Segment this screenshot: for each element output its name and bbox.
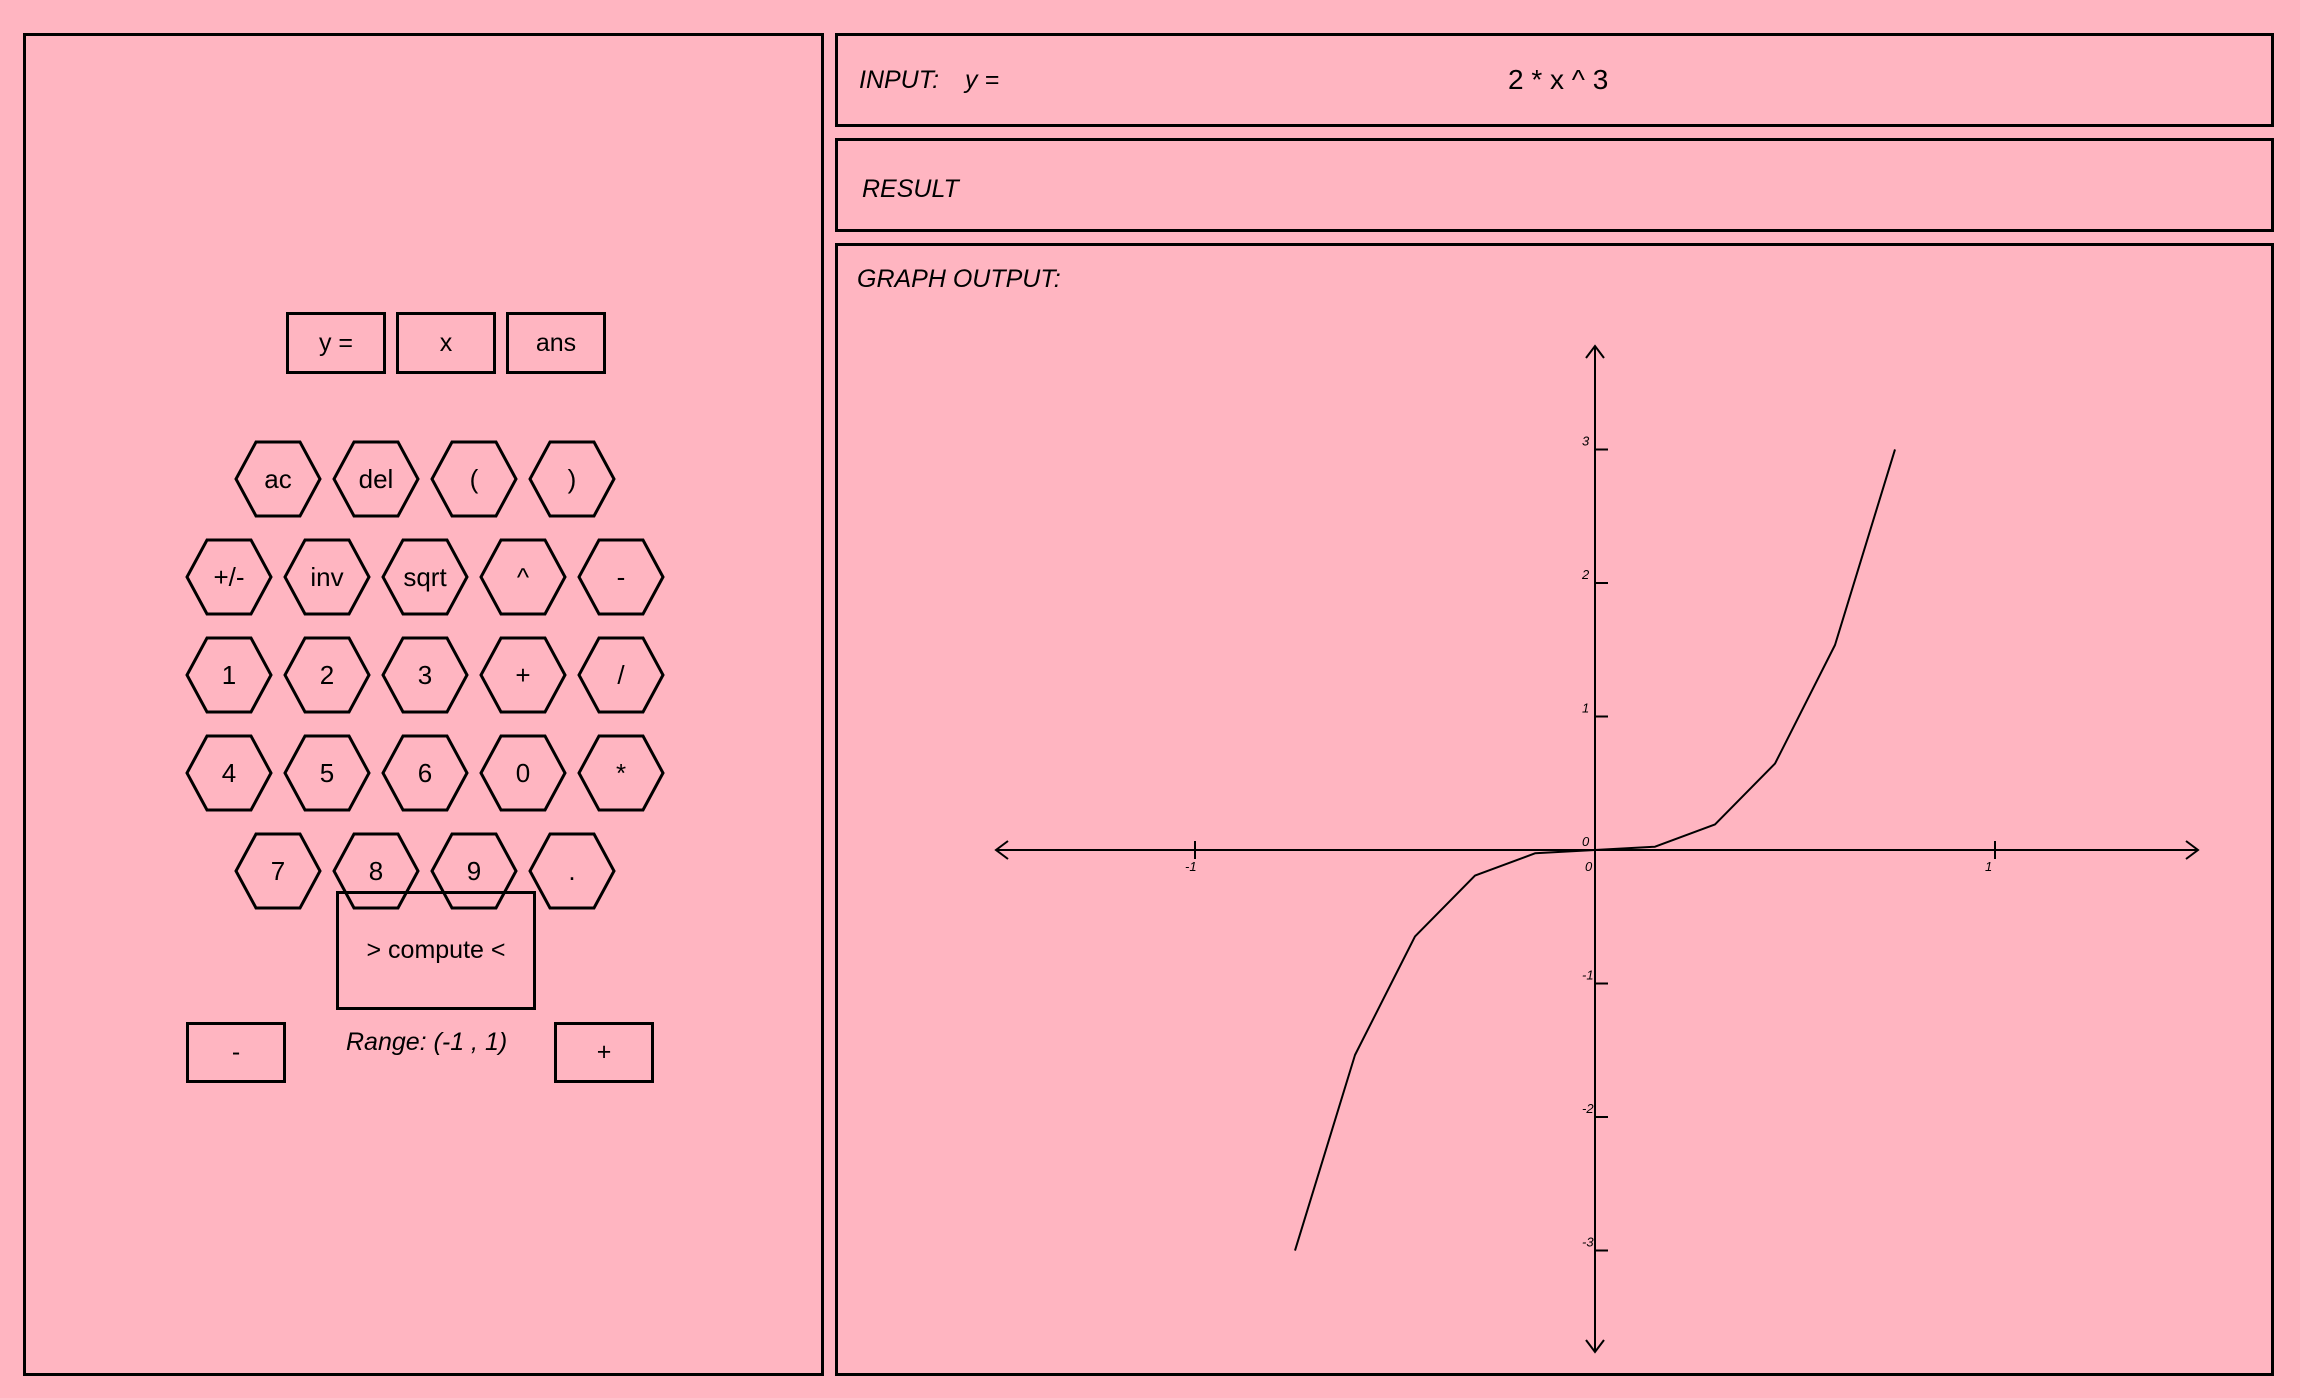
- key-label: +: [515, 659, 531, 690]
- digit-5-key[interactable]: 5: [283, 734, 371, 812]
- key-label: +/-: [213, 561, 245, 592]
- plus-minus-key[interactable]: +/-: [185, 538, 273, 616]
- calculator-panel: y = x ans ac del () +/- inv sqrt ^ - 1 2 3 + / 4 5 6 0 * 7…: [23, 33, 824, 1376]
- range-decrease-button[interactable]: -: [186, 1022, 286, 1083]
- key-label: 3: [417, 659, 433, 690]
- inverse-key[interactable]: inv: [283, 538, 371, 616]
- decimal-key[interactable]: .: [528, 832, 616, 910]
- y-equals-button[interactable]: y =: [286, 312, 386, 374]
- x-tick-label: -1: [1185, 859, 1197, 874]
- digit-7-key[interactable]: 7: [234, 832, 322, 910]
- key-label: 7: [270, 855, 286, 886]
- key-label: /: [617, 659, 625, 690]
- graph-plot: -1 0 1 3 2 1 0 -1 -2 -3: [994, 344, 2200, 1354]
- y-tick-label: -2: [1582, 1101, 1594, 1116]
- key-label: .: [568, 855, 576, 886]
- key-label: ): [567, 463, 577, 494]
- multiply-key[interactable]: *: [577, 734, 665, 812]
- key-label: 4: [221, 757, 237, 788]
- minus-key[interactable]: -: [577, 538, 665, 616]
- range-increase-button[interactable]: +: [554, 1022, 654, 1083]
- sqrt-key[interactable]: sqrt: [381, 538, 469, 616]
- plus-key[interactable]: +: [479, 636, 567, 714]
- key-label: 6: [417, 757, 433, 788]
- key-label: del: [358, 463, 394, 494]
- y-tick-label: 3: [1582, 434, 1590, 449]
- ans-button[interactable]: ans: [506, 312, 606, 374]
- key-label: inv: [310, 561, 344, 592]
- digit-4-key[interactable]: 4: [185, 734, 273, 812]
- digit-3-key[interactable]: 3: [381, 636, 469, 714]
- y-tick-label: 0: [1582, 834, 1590, 849]
- key-label: sqrt: [403, 561, 447, 592]
- y-tick-label: -1: [1582, 968, 1594, 983]
- open-paren-key[interactable]: (: [430, 440, 518, 518]
- key-label: (: [469, 463, 479, 494]
- ac-key[interactable]: ac: [234, 440, 322, 518]
- key-label: ac: [264, 463, 292, 494]
- divide-key[interactable]: /: [577, 636, 665, 714]
- x-tick-label: 0: [1585, 859, 1593, 874]
- input-label: INPUT:: [859, 66, 940, 94]
- result-label: RESULT: [862, 175, 959, 203]
- input-y-prefix: y =: [965, 66, 1000, 94]
- close-paren-key[interactable]: ): [528, 440, 616, 518]
- graph-panel: GRAPH OUTPUT: -1 0 1 3 2 1 0 -1 -2 -3: [835, 243, 2274, 1376]
- key-label: -: [616, 561, 626, 592]
- y-tick-label: 1: [1582, 701, 1589, 716]
- digit-0-key[interactable]: 0: [479, 734, 567, 812]
- x-button[interactable]: x: [396, 312, 496, 374]
- key-label: 1: [221, 659, 237, 690]
- key-label: ^: [516, 561, 530, 592]
- digit-2-key[interactable]: 2: [283, 636, 371, 714]
- key-label: 0: [515, 757, 531, 788]
- y-tick-label: 2: [1581, 567, 1590, 582]
- range-label: Range: (-1 , 1): [346, 1028, 508, 1056]
- input-panel: INPUT: y = 2 * x ^ 3: [835, 33, 2274, 127]
- digit-1-key[interactable]: 1: [185, 636, 273, 714]
- key-label: *: [615, 757, 627, 788]
- key-label: 5: [319, 757, 335, 788]
- y-tick-label: -3: [1582, 1235, 1594, 1250]
- delete-key[interactable]: del: [332, 440, 420, 518]
- compute-button[interactable]: > compute <: [336, 891, 536, 1010]
- x-tick-label: 1: [1985, 859, 1992, 874]
- digit-6-key[interactable]: 6: [381, 734, 469, 812]
- key-label: 2: [319, 659, 335, 690]
- result-panel: RESULT: [835, 138, 2274, 232]
- power-key[interactable]: ^: [479, 538, 567, 616]
- input-expression[interactable]: 2 * x ^ 3: [1508, 64, 1608, 96]
